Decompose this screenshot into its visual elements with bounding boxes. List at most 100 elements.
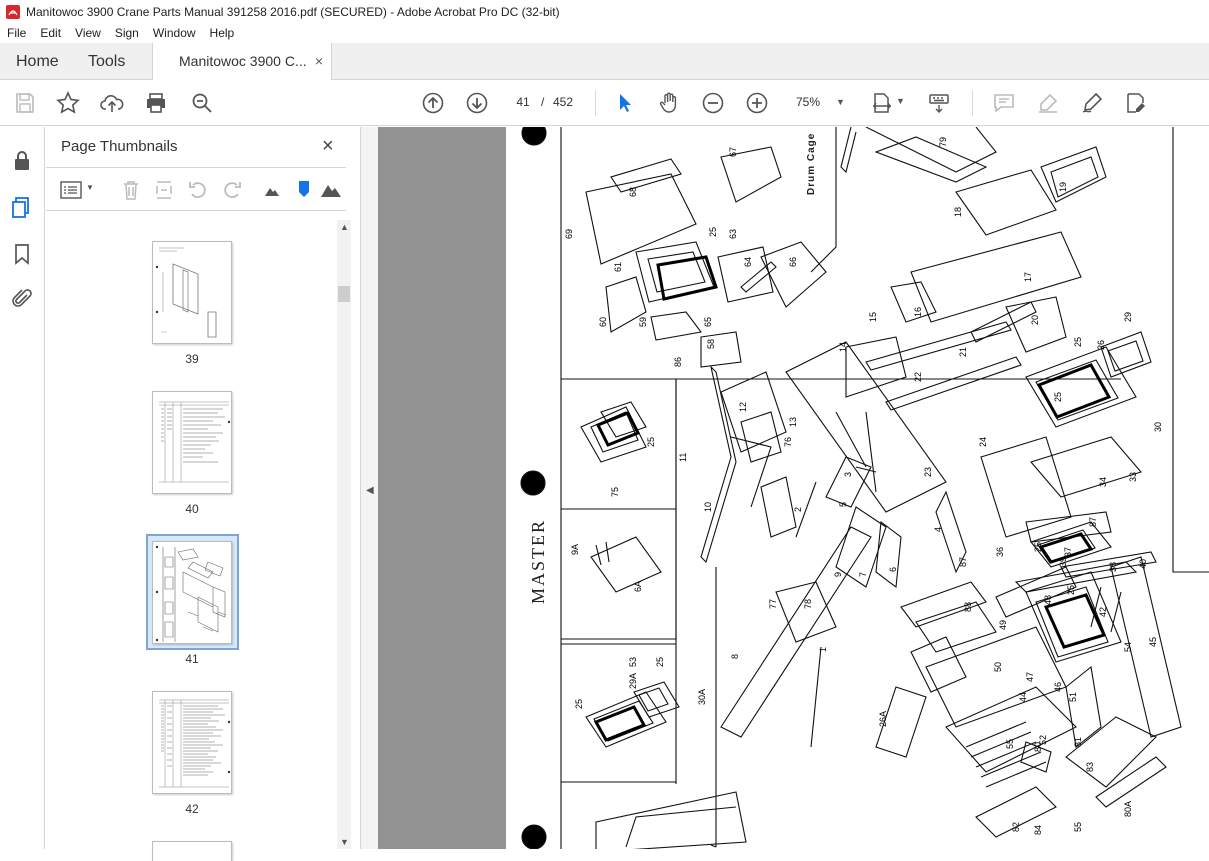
fill-sign-icon[interactable] [1124, 91, 1148, 115]
highlight-pen-icon[interactable] [1036, 91, 1060, 115]
callout-number: 25 [708, 227, 718, 237]
upload-cloud-icon[interactable] [100, 91, 124, 115]
print-icon[interactable] [144, 91, 168, 115]
callout-number: 87 [1088, 517, 1098, 527]
callout-number: 8 [730, 654, 740, 659]
menu-sign[interactable]: Sign [108, 26, 146, 40]
menu-file[interactable]: File [0, 26, 33, 40]
thumbnail-scrollbar[interactable]: ▲ ▼ [337, 220, 351, 849]
previous-page-icon[interactable] [421, 91, 445, 115]
callout-number: 64 [743, 257, 753, 267]
panel-close-icon[interactable]: × [322, 135, 334, 158]
attachment-paperclip-icon[interactable] [10, 287, 34, 311]
panel-title: Page Thumbnails [61, 138, 178, 155]
menu-window[interactable]: Window [146, 26, 203, 40]
keyboard-scroll-icon[interactable] [927, 91, 951, 115]
scrollbar-thumb[interactable] [338, 286, 350, 302]
callout-number: 20 [1030, 315, 1040, 325]
zoom-search-icon[interactable] [190, 91, 214, 115]
hand-tool-icon[interactable] [657, 91, 681, 115]
toolbar-divider-2 [972, 90, 973, 116]
callout-number: 69 [564, 229, 574, 239]
callout-number: 2 [793, 507, 803, 512]
thumbnail-page[interactable] [152, 391, 232, 494]
scroll-up-icon[interactable]: ▲ [340, 222, 349, 232]
callout-number: 19 [1058, 182, 1068, 192]
star-bookmark-icon[interactable] [56, 91, 80, 115]
callout-number: 12 [738, 402, 748, 412]
callout-number: 60 [598, 317, 608, 327]
thumbnail-page[interactable] [152, 241, 232, 344]
lock-icon[interactable] [10, 149, 34, 173]
select-cursor-icon[interactable] [613, 91, 637, 115]
document-viewer[interactable]: 79 67 68 19 18 69 25 63 61 64 66 17 60 59 65 16 15 20 58 86… [378, 127, 1209, 849]
callout-number: 68 [628, 187, 638, 197]
callout-number: 25 [1053, 392, 1063, 402]
save-icon[interactable] [13, 91, 37, 115]
menu-view[interactable]: View [68, 26, 108, 40]
callout-number: 17 [1023, 272, 1033, 282]
zoom-in-icon[interactable] [745, 91, 769, 115]
collapse-arrow-icon[interactable]: ◀ [366, 485, 374, 496]
callout-number: 47 [1025, 672, 1035, 682]
callout-number: 58 [706, 339, 716, 349]
callout-number: 83 [1085, 762, 1095, 772]
options-chevron-icon[interactable]: ▼ [86, 183, 94, 192]
page-fit-chevron-icon[interactable]: ▼ [896, 96, 905, 106]
zoom-out-icon[interactable] [701, 91, 725, 115]
zoom-value: 75% [796, 95, 821, 109]
page-fit-icon[interactable] [870, 91, 894, 115]
rotate-right-icon[interactable] [221, 179, 243, 201]
extract-page-icon[interactable] [153, 179, 175, 201]
callout-number: 24 [978, 437, 988, 447]
thumbnail-toolbar: ▼ [46, 167, 346, 211]
callout-number: 46 [1053, 682, 1063, 692]
tab-home[interactable]: Home [16, 43, 59, 80]
page-thumbnails-icon[interactable] [10, 195, 34, 219]
thumbnail-page[interactable] [152, 841, 232, 861]
callout-number: 84 [1033, 825, 1043, 835]
menu-help[interactable]: Help [203, 26, 242, 40]
bookmark-icon[interactable] [10, 242, 34, 266]
thumbnail-options-icon[interactable] [60, 180, 82, 200]
section-label-drum-cage: Drum Cage [806, 132, 817, 195]
tab-tools[interactable]: Tools [88, 43, 125, 80]
comment-icon[interactable] [992, 91, 1016, 115]
sign-pen-icon[interactable] [1080, 91, 1104, 115]
thumbnail-page[interactable] [152, 691, 232, 794]
callout-number: 6A [633, 581, 643, 592]
rotate-left-icon[interactable] [187, 179, 209, 201]
zoom-level-dropdown[interactable]: 75% ▼ [790, 91, 850, 113]
tab-document-label: Manitowoc 3900 C... [179, 53, 307, 69]
callout-number: 25 [655, 657, 665, 667]
delete-page-icon[interactable] [120, 179, 142, 201]
menu-bar: File Edit View Sign Window Help [0, 23, 1209, 43]
callout-number: 22 [913, 372, 923, 382]
thumbnail-page-current[interactable] [152, 541, 232, 644]
callout-number: 13 [788, 417, 798, 427]
callout-number: 75 [610, 487, 620, 497]
callout-number: 10 [703, 502, 713, 512]
panel-collapse-strip[interactable]: ◀ [360, 127, 378, 849]
thumbnail-large-icon[interactable] [320, 180, 342, 198]
main-toolbar [0, 80, 1209, 126]
tab-document[interactable]: Manitowoc 3900 C... × [152, 43, 332, 81]
callout-number: 11 [678, 453, 688, 462]
callout-number: 81 [1073, 737, 1083, 747]
menu-edit[interactable]: Edit [33, 26, 68, 40]
thumbnail-drawing-icon [155, 247, 217, 338]
tab-close-icon[interactable]: × [315, 43, 323, 80]
callout-number: 29 [1123, 312, 1133, 322]
thumbnail-table-icon [159, 401, 231, 483]
thumbnail-small-icon[interactable] [264, 183, 280, 197]
callout-number: 33 [1128, 472, 1138, 482]
callout-number: 59 [638, 317, 648, 327]
next-page-icon[interactable] [465, 91, 489, 115]
page-number-input[interactable]: 41 [508, 91, 538, 113]
callout-number: 61 [613, 262, 623, 272]
callout-number: 9 [833, 572, 843, 577]
thumbnail-size-slider-icon[interactable] [297, 179, 311, 199]
callout-number: 53 [628, 657, 638, 667]
callout-number: 39 [1058, 557, 1068, 567]
scroll-down-icon[interactable]: ▼ [340, 837, 349, 847]
